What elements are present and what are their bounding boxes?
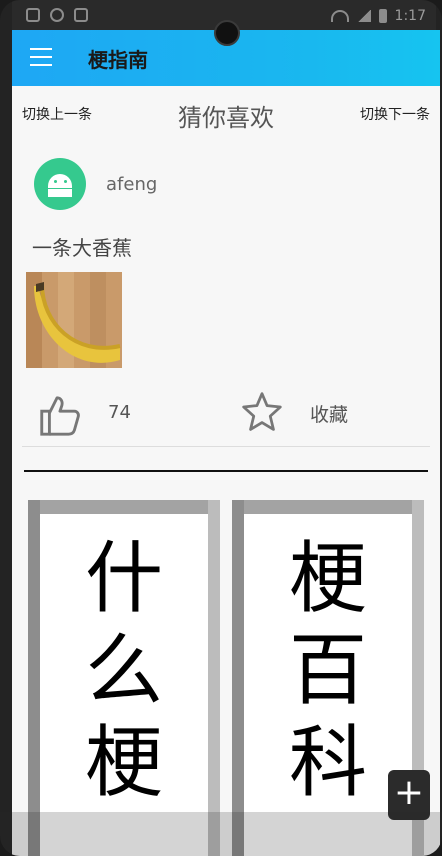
battery-icon <box>378 9 387 23</box>
signal-icon <box>356 10 371 22</box>
collect-button[interactable]: 收藏 <box>310 400 348 427</box>
sync-icon <box>50 8 64 22</box>
storage-icon <box>74 8 88 22</box>
star-icon[interactable] <box>240 390 284 434</box>
android-avatar-icon[interactable] <box>34 158 86 210</box>
banner-right-char-1: 梗 <box>288 534 367 624</box>
divider <box>22 446 430 447</box>
clock: 1:17 <box>394 8 426 24</box>
switch-next-button[interactable]: 切换下一条 <box>360 104 430 124</box>
status-icons-right: 1:17 <box>330 8 426 24</box>
front-camera <box>214 20 240 46</box>
app-title: 梗指南 <box>88 48 148 72</box>
thumbs-up-icon[interactable] <box>36 392 82 438</box>
wifi-icon <box>330 10 349 22</box>
banner-left[interactable]: 什 么 梗 <box>28 500 220 856</box>
like-count: 74 <box>108 402 131 423</box>
menu-icon[interactable] <box>30 48 52 66</box>
banner-right-char-2: 百 <box>288 626 367 716</box>
banner-left-char-2: 么 <box>84 626 163 716</box>
notification-icon <box>26 8 40 22</box>
banner-right-char-3: 科 <box>288 718 367 808</box>
phone-frame: 1:17 梗指南 切换上一条 猜你喜欢 切换下一条 afeng 一条大香蕉 74… <box>0 0 442 856</box>
username[interactable]: afeng <box>106 174 157 195</box>
post-text: 一条大香蕉 <box>32 236 132 260</box>
banner-left-char-1: 什 <box>84 534 163 624</box>
system-nav-bar <box>0 812 442 856</box>
banana-image[interactable] <box>26 272 122 368</box>
section-divider <box>24 470 428 472</box>
status-icons-left <box>26 8 88 22</box>
banana-picture <box>26 272 122 368</box>
banner-left-char-3: 梗 <box>84 718 163 808</box>
app-screen: 梗指南 切换上一条 猜你喜欢 切换下一条 afeng 一条大香蕉 74 收藏 什… <box>12 30 440 856</box>
post-actions: 74 收藏 <box>12 386 440 446</box>
